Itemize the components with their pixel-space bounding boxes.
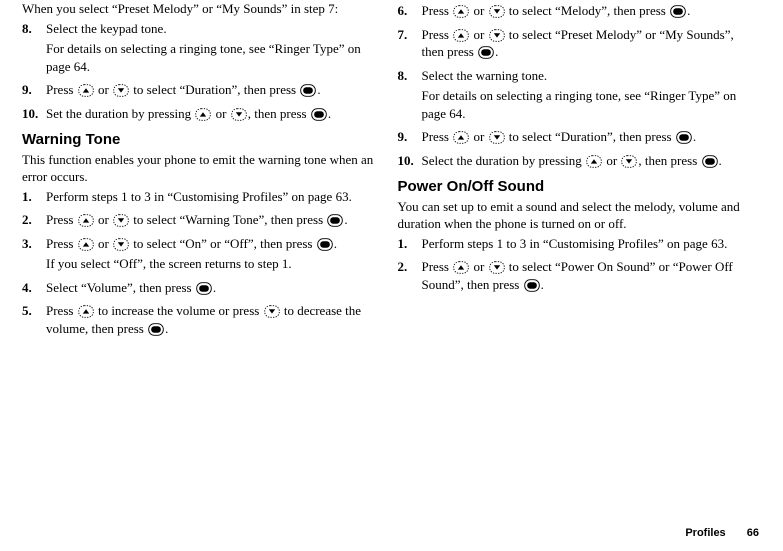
step-item: 9.Press or to select “Duration”, then pr… xyxy=(22,81,382,99)
step-body: Select “Volume”, then press . xyxy=(46,280,216,295)
nav-center-icon xyxy=(670,5,686,18)
step-number: 8. xyxy=(398,67,420,85)
nav-center-icon xyxy=(524,279,540,292)
step-number: 4. xyxy=(22,279,44,297)
nav-center-icon xyxy=(327,214,343,227)
heading-power-sound: Power On/Off Sound xyxy=(398,177,758,197)
step-number: 1. xyxy=(398,235,420,253)
step-item: 4.Select “Volume”, then press . xyxy=(22,279,382,297)
nav-down-icon xyxy=(489,261,505,274)
preface-text: When you select “Preset Melody” or “My S… xyxy=(22,0,382,18)
heading-warning-tone: Warning Tone xyxy=(22,130,382,150)
step-item: 9.Press or to select “Duration”, then pr… xyxy=(398,128,758,146)
left-column: When you select “Preset Melody” or “My S… xyxy=(14,0,390,510)
page-body: When you select “Preset Melody” or “My S… xyxy=(0,0,783,510)
steps-list-warning: 1.Perform steps 1 to 3 in “Customising P… xyxy=(22,188,382,338)
nav-center-icon xyxy=(300,84,316,97)
intro-warning-tone: This function enables your phone to emit… xyxy=(22,151,382,186)
nav-center-icon xyxy=(478,46,494,59)
footer-section: Profiles xyxy=(685,527,725,539)
nav-down-icon xyxy=(489,131,505,144)
step-item: 2.Press or to select “Warning Tone”, the… xyxy=(22,211,382,229)
step-item: 8.Select the warning tone. For details on… xyxy=(398,67,758,123)
nav-up-icon xyxy=(453,29,469,42)
step-subtext: If you select “Off”, the screen returns … xyxy=(46,255,382,273)
step-item: 5.Press to increase the volume or press … xyxy=(22,302,382,337)
nav-up-icon xyxy=(78,305,94,318)
step-body: Press or to select “On” or “Off”, then p… xyxy=(46,236,337,251)
page-footer: Profiles 66 xyxy=(685,526,759,541)
step-item: 10.Select the duration by pressing or , … xyxy=(398,152,758,170)
step-body: Set the duration by pressing or , then p… xyxy=(46,106,331,121)
nav-center-icon xyxy=(317,238,333,251)
step-body: Press or to select “Duration”, then pres… xyxy=(46,82,321,97)
step-number: 2. xyxy=(398,258,420,276)
nav-up-icon xyxy=(195,108,211,121)
step-item: 1.Perform steps 1 to 3 in “Customising P… xyxy=(22,188,382,206)
step-number: 10. xyxy=(22,105,44,123)
nav-down-icon xyxy=(489,29,505,42)
nav-down-icon xyxy=(113,214,129,227)
nav-up-icon xyxy=(78,84,94,97)
step-body: Press or to select “Warning Tone”, then … xyxy=(46,212,348,227)
nav-down-icon xyxy=(113,84,129,97)
nav-center-icon xyxy=(148,323,164,336)
nav-down-icon xyxy=(621,155,637,168)
nav-center-icon xyxy=(311,108,327,121)
step-number: 1. xyxy=(22,188,44,206)
footer-page-number: 66 xyxy=(747,527,759,539)
nav-up-icon xyxy=(453,261,469,274)
step-number: 8. xyxy=(22,20,44,38)
nav-center-icon xyxy=(196,282,212,295)
step-body: Press or to select “Melody”, then press … xyxy=(422,3,691,18)
step-body: Perform steps 1 to 3 in “Customising Pro… xyxy=(46,189,352,204)
nav-up-icon xyxy=(453,131,469,144)
step-number: 7. xyxy=(398,26,420,44)
step-item: 10.Set the duration by pressing or , the… xyxy=(22,105,382,123)
nav-center-icon xyxy=(702,155,718,168)
steps-list-warning-cont: 6.Press or to select “Melody”, then pres… xyxy=(398,2,758,169)
step-number: 6. xyxy=(398,2,420,20)
intro-power-sound: You can set up to emit a sound and selec… xyxy=(398,198,758,233)
nav-down-icon xyxy=(264,305,280,318)
nav-up-icon xyxy=(586,155,602,168)
step-body: Select the warning tone. xyxy=(422,68,548,83)
step-item: 1.Perform steps 1 to 3 in “Customising P… xyxy=(398,235,758,253)
nav-down-icon xyxy=(231,108,247,121)
step-body: Select the keypad tone. xyxy=(46,21,167,36)
nav-up-icon xyxy=(453,5,469,18)
nav-down-icon xyxy=(489,5,505,18)
step-number: 9. xyxy=(22,81,44,99)
step-body: Press or to select “Power On Sound” or “… xyxy=(422,259,733,292)
step-number: 9. xyxy=(398,128,420,146)
step-number: 2. xyxy=(22,211,44,229)
step-body: Perform steps 1 to 3 in “Customising Pro… xyxy=(422,236,728,251)
step-number: 10. xyxy=(398,152,420,170)
step-subtext: For details on selecting a ringing tone,… xyxy=(422,87,758,122)
step-body: Press or to select “Duration”, then pres… xyxy=(422,129,697,144)
steps-list-keypad: 8.Select the keypad tone. For details on … xyxy=(22,20,382,123)
step-item: 3.Press or to select “On” or “Off”, then… xyxy=(22,235,382,273)
step-item: 8.Select the keypad tone. For details on … xyxy=(22,20,382,76)
step-subtext: For details on selecting a ringing tone,… xyxy=(46,40,382,75)
step-number: 3. xyxy=(22,235,44,253)
step-item: 7.Press or to select “Preset Melody” or … xyxy=(398,26,758,61)
step-item: 6.Press or to select “Melody”, then pres… xyxy=(398,2,758,20)
nav-center-icon xyxy=(676,131,692,144)
right-column: 6.Press or to select “Melody”, then pres… xyxy=(390,0,766,510)
step-item: 2.Press or to select “Power On Sound” or… xyxy=(398,258,758,293)
step-body: Select the duration by pressing or , the… xyxy=(422,153,722,168)
nav-down-icon xyxy=(113,238,129,251)
step-body: Press to increase the volume or press to… xyxy=(46,303,361,336)
step-body: Press or to select “Preset Melody” or “M… xyxy=(422,27,734,60)
nav-up-icon xyxy=(78,214,94,227)
step-number: 5. xyxy=(22,302,44,320)
nav-up-icon xyxy=(78,238,94,251)
steps-list-power: 1.Perform steps 1 to 3 in “Customising P… xyxy=(398,235,758,294)
